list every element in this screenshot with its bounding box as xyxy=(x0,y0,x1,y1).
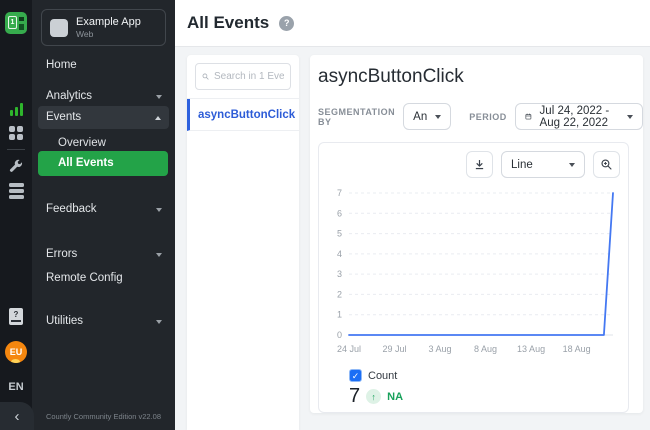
chevron-down-icon xyxy=(569,163,575,167)
countly-dashboard: 1 ? EU EN ‹ xyxy=(0,0,650,430)
language-selector[interactable]: EN xyxy=(0,378,32,396)
sidebar-item-feedback[interactable]: Feedback xyxy=(32,198,175,221)
segmentation-select[interactable]: An xyxy=(403,103,451,130)
svg-text:29 Jul: 29 Jul xyxy=(383,344,407,354)
chart-type-select[interactable]: Line xyxy=(501,151,585,178)
line-chart-area[interactable]: 0 1 2 3 4 5 6 7 24 Jul 29 Jul 3 Aug 8 Aug 13 Aug 18 A… xyxy=(327,185,623,364)
zoom-button[interactable] xyxy=(593,151,620,178)
event-search-box[interactable] xyxy=(195,63,291,90)
sidebar-item-analytics[interactable]: Analytics xyxy=(32,85,175,108)
chevron-down-icon xyxy=(435,115,441,119)
wrench-icon[interactable] xyxy=(0,156,32,176)
countly-logo-icon: 1 xyxy=(5,12,27,34)
svg-text:4: 4 xyxy=(337,249,342,259)
legend-checkbox-icon: ✓ xyxy=(349,369,362,382)
trend-value: NA xyxy=(387,391,403,403)
sidebar: Example App Web Home Analytics Events Ov… xyxy=(32,0,175,430)
page-title: All Events xyxy=(187,13,269,33)
trend-up-icon: ↑ xyxy=(366,389,381,404)
magnifier-zoom-icon xyxy=(600,158,613,171)
version-footer: Countly Community Edition v22.08 xyxy=(32,412,175,421)
sidebar-item-errors[interactable]: Errors xyxy=(32,243,175,266)
chart-card: Line 0 1 2 3 4 5 6 7 24 Jul 29 Jul 3 Aug 8 Aug 13 Au… xyxy=(318,142,629,413)
sidebar-item-utilities[interactable]: Utilities xyxy=(32,310,175,333)
chevron-down-icon xyxy=(627,115,633,119)
period-label: PERIOD xyxy=(469,112,507,122)
app-icon xyxy=(50,19,68,37)
segmentation-label: SEGMENTATION BY xyxy=(318,107,395,127)
countly-logo[interactable]: 1 xyxy=(0,11,32,35)
sidebar-item-events[interactable]: Events xyxy=(38,106,169,129)
sidebar-collapse-button[interactable]: ‹ xyxy=(0,402,34,430)
count-total: 7 xyxy=(349,385,360,408)
event-list-panel: asyncButtonClick xyxy=(187,55,299,430)
search-icon xyxy=(202,71,209,82)
page-header: All Events ? xyxy=(175,0,650,47)
svg-text:5: 5 xyxy=(337,229,342,239)
guide-question-mark: ? xyxy=(9,308,23,325)
svg-text:2: 2 xyxy=(337,289,342,299)
chevron-down-icon xyxy=(156,208,162,212)
chevron-down-icon xyxy=(156,253,162,257)
svg-text:24 Jul: 24 Jul xyxy=(337,344,361,354)
event-search-section xyxy=(187,55,299,99)
svg-text:3 Aug: 3 Aug xyxy=(429,344,452,354)
sidebar-item-remote-config[interactable]: Remote Config xyxy=(32,267,175,290)
svg-text:6: 6 xyxy=(337,208,342,218)
svg-text:18 Aug: 18 Aug xyxy=(563,344,591,354)
guide-icon[interactable]: ? xyxy=(0,306,32,326)
count-summary: 7 ↑ NA xyxy=(349,385,403,408)
server-icon[interactable] xyxy=(0,182,32,200)
app-name: Example App xyxy=(76,16,141,29)
svg-text:8 Aug: 8 Aug xyxy=(474,344,497,354)
chart-legend-count[interactable]: ✓ Count xyxy=(349,369,397,382)
svg-text:13 Aug: 13 Aug xyxy=(517,344,545,354)
detail-controls: SEGMENTATION BY An PERIOD Jul 24, 2022 -… xyxy=(318,103,643,130)
sidebar-item-all-events[interactable]: All Events xyxy=(38,151,168,176)
app-selector[interactable]: Example App Web xyxy=(41,9,166,46)
event-title: asyncButtonClick xyxy=(318,66,464,88)
calendar-icon xyxy=(525,110,532,123)
svg-text:3: 3 xyxy=(337,269,342,279)
event-search-input[interactable] xyxy=(214,71,284,82)
chevron-up-icon xyxy=(155,116,161,120)
user-avatar[interactable]: EU xyxy=(0,340,32,364)
event-list-item[interactable]: asyncButtonClick xyxy=(187,99,299,131)
sidebar-item-home[interactable]: Home xyxy=(32,54,175,77)
help-icon[interactable]: ? xyxy=(279,16,294,31)
svg-text:0: 0 xyxy=(337,330,342,340)
download-button[interactable] xyxy=(466,151,493,178)
svg-text:1: 1 xyxy=(337,310,342,320)
icon-rail: 1 ? EU EN xyxy=(0,0,32,430)
avatar-initials: EU xyxy=(5,341,27,363)
analytics-icon[interactable] xyxy=(0,100,32,118)
chevron-down-icon xyxy=(156,320,162,324)
chevron-down-icon xyxy=(156,95,162,99)
app-platform: Web xyxy=(76,29,141,39)
svg-text:7: 7 xyxy=(337,188,342,198)
apps-grid-icon[interactable] xyxy=(0,124,32,142)
line-chart: 0 1 2 3 4 5 6 7 24 Jul 29 Jul 3 Aug 8 Aug 13 Aug 18 A… xyxy=(327,185,623,359)
event-detail-panel: asyncButtonClick SEGMENTATION BY An PERI… xyxy=(310,55,643,413)
period-select[interactable]: Jul 24, 2022 - Aug 22, 2022 xyxy=(515,103,643,130)
download-icon xyxy=(473,158,486,171)
chevron-left-icon: ‹ xyxy=(15,408,20,425)
rail-divider xyxy=(7,149,25,150)
chart-toolbar: Line xyxy=(466,151,620,178)
